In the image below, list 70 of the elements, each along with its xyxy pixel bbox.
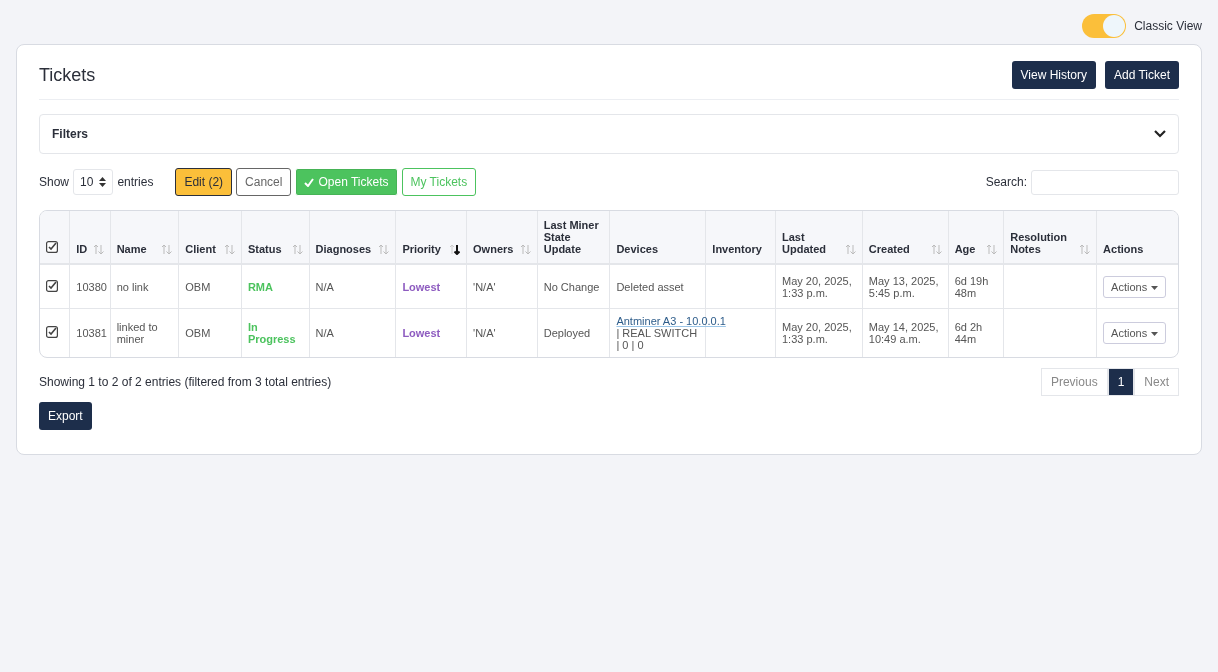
table-cell-text: N/A xyxy=(315,280,334,293)
table-cell-text: OBM xyxy=(185,327,211,339)
table-cell-text: 6d 19h 48m xyxy=(954,274,989,299)
caret-icon xyxy=(1151,332,1159,337)
pagination-button[interactable]: 1 xyxy=(1107,368,1135,396)
checkbox[interactable] xyxy=(46,326,58,338)
header-button[interactable]: Add Ticket xyxy=(1104,61,1179,89)
column-header: Resolution Notes xyxy=(1010,231,1069,255)
column-header: Client xyxy=(185,243,216,255)
column-header: Last Updated xyxy=(782,231,827,255)
table-cell-text: May 20, 2025, 1:33 p.m. xyxy=(782,321,852,345)
toggle-label: Classic View xyxy=(1134,19,1202,33)
column-header: Status xyxy=(247,243,282,255)
stepper-icon xyxy=(99,177,107,187)
entries-label: entries xyxy=(117,175,154,189)
search-label: Search: xyxy=(985,175,1027,189)
entries-select[interactable]: 10 xyxy=(73,169,114,195)
table-cell-text: 'N/A' xyxy=(473,327,496,339)
column-header: Diagnoses xyxy=(315,243,372,255)
actions-dropdown[interactable]: Actions xyxy=(1103,322,1167,344)
table-cell-text: linked to miner xyxy=(116,321,158,345)
pagination-button[interactable]: Previous xyxy=(1040,368,1108,396)
column-header: Name xyxy=(116,243,147,255)
column-header: Actions xyxy=(1103,243,1144,255)
table-cell-text: May 14, 2025, 10:49 a.m. xyxy=(868,321,939,345)
search-field[interactable] xyxy=(1031,169,1179,195)
show-label: Show xyxy=(39,175,70,189)
toolbar-button[interactable]: Cancel xyxy=(236,168,292,196)
table-cell-text: 'N/A' xyxy=(473,280,496,293)
caret-icon xyxy=(1151,285,1159,290)
checkbox[interactable] xyxy=(46,241,58,253)
device-text: Deleted asset xyxy=(616,280,684,293)
table-cell-text: no link xyxy=(116,280,149,293)
table-cell-text: May 20, 2025, 1:33 p.m. xyxy=(782,274,852,299)
column-header: Inventory xyxy=(712,243,762,255)
sort-icon[interactable] xyxy=(449,244,461,255)
column-header: Last Miner State Update xyxy=(543,219,600,255)
column-header: Age xyxy=(954,243,976,255)
table-cell-text: N/A xyxy=(315,327,334,339)
page-title: Tickets xyxy=(39,64,96,86)
column-header: Priority xyxy=(402,243,441,255)
filters-panel[interactable]: Filters xyxy=(39,114,1179,154)
table-cell-text: Deployed xyxy=(543,327,591,339)
toolbar-button[interactable]: Edit (2) xyxy=(175,168,233,196)
header-button[interactable]: View History xyxy=(1011,61,1096,89)
table-cell-text: In Progress xyxy=(247,321,296,345)
chevron-icon xyxy=(1154,130,1166,138)
column-header: Devices xyxy=(616,243,658,255)
device-link[interactable]: Antminer A3 - 10.0.0.1 xyxy=(616,315,726,327)
table-cell-text: 10381 xyxy=(76,327,107,339)
pagination-button[interactable]: Next xyxy=(1134,368,1179,396)
classic-view-toggle[interactable] xyxy=(1082,14,1127,38)
column-header: Owners xyxy=(473,243,514,255)
table-cell-text: May 13, 2025, 5:45 p.m. xyxy=(868,274,939,299)
column-header: Created xyxy=(868,243,910,255)
table-cell-text: RMA xyxy=(247,280,273,293)
table-cell-text: Lowest xyxy=(402,327,441,339)
table-cell-text: 10380 xyxy=(76,280,107,293)
table-cell-text: 6d 2h 44m xyxy=(954,321,983,345)
actions-dropdown[interactable]: Actions xyxy=(1103,275,1167,298)
table-cell-text: OBM xyxy=(185,280,211,293)
check-icon xyxy=(304,177,315,187)
table-cell-text: No Change xyxy=(543,280,600,293)
filters-label: Filters xyxy=(52,127,88,141)
table-info: Showing 1 to 2 of 2 entries (filtered from 3 total entries) xyxy=(39,375,332,389)
device-text: Antminer A3 - 10.0.0.1 | REAL SWITCH | 0 | 0 xyxy=(616,315,726,351)
checkbox[interactable] xyxy=(46,279,58,292)
export-button[interactable]: Export xyxy=(39,402,92,430)
column-header: ID xyxy=(76,243,88,255)
table-cell-text: Lowest xyxy=(402,280,441,293)
